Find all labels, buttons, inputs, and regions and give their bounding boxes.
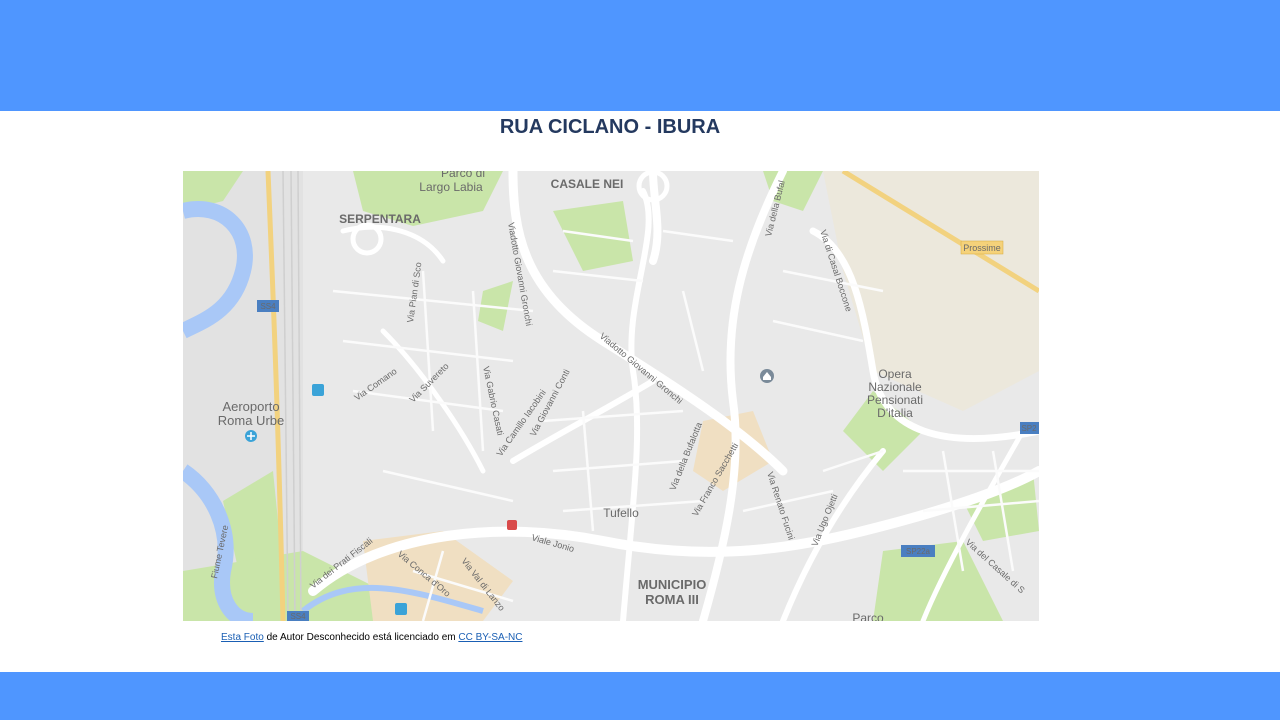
map-label-opera-3: Pensionati	[867, 393, 923, 407]
map-label-serpentara: SERPENTARA	[339, 212, 421, 226]
map-label-opera-1: Opera	[878, 367, 912, 381]
photo-credit: Esta Foto de Autor Desconhecido está lic…	[221, 632, 522, 643]
map-label-prossime: Prossime	[963, 243, 1001, 253]
map-label-sp22a: SP22a	[906, 547, 931, 556]
license-link[interactable]: CC BY-SA-NC	[458, 632, 522, 643]
map-label-parco: Parco di	[441, 171, 485, 180]
top-banner	[0, 0, 1280, 111]
photo-link[interactable]: Esta Foto	[221, 632, 264, 643]
map-label-tufello: Tufello	[603, 506, 639, 520]
map-label-ss4-top: SS4	[260, 302, 276, 311]
map-label-ss4-bottom: SS4	[290, 612, 306, 621]
map-label-municipio-1: MUNICIPIO	[638, 577, 707, 592]
map-label-casale-nei: CASALE NEI	[551, 177, 624, 191]
map-label-parco-bottom: Parco	[852, 611, 884, 621]
map-label-largo-labia: Largo Labia	[419, 180, 483, 194]
metro-icon	[507, 520, 517, 530]
slide-title: RUA CICLANO - IBURA	[499, 116, 721, 138]
credit-text: de Autor Desconhecido está licenciado em	[263, 632, 459, 643]
bus-icon-2	[395, 603, 407, 615]
map-label-aeroporto-2: Roma Urbe	[218, 413, 284, 428]
bottom-banner	[0, 672, 1280, 720]
bus-icon	[312, 384, 324, 396]
map-label-sp2: SP2	[1021, 424, 1037, 433]
map-label-opera-4: D'italia	[877, 406, 913, 420]
map-label-aeroporto-1: Aeroporto	[222, 399, 279, 414]
map-label-municipio-2: ROMA III	[645, 592, 699, 607]
map-label-opera-2: Nazionale	[868, 380, 922, 394]
map-image: Parco di Largo Labia CASALE NEI SERPENTA…	[183, 171, 1039, 621]
